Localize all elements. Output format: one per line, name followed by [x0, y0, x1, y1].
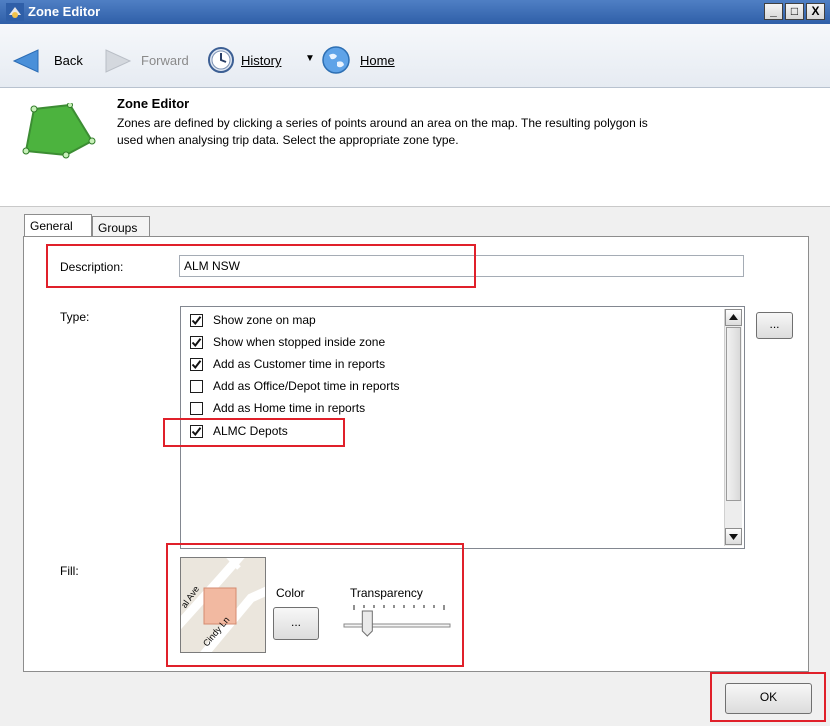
color-label: Color: [276, 586, 305, 600]
checkbox[interactable]: [190, 402, 203, 415]
tab-groups[interactable]: Groups: [92, 216, 150, 237]
fill-label: Fill:: [60, 564, 79, 578]
checkbox[interactable]: [190, 336, 203, 349]
maximize-button[interactable]: □: [785, 3, 804, 20]
window-title: Zone Editor: [28, 4, 101, 19]
slider-thumb[interactable]: [361, 610, 373, 637]
description-input[interactable]: ALM NSW: [179, 255, 744, 277]
app-satellite-icon: [6, 3, 24, 21]
type-option-label: ALMC Depots: [213, 424, 288, 438]
home-button[interactable]: Home: [360, 53, 395, 68]
home-globe-icon[interactable]: [321, 45, 351, 75]
history-dropdown-icon[interactable]: ▼: [305, 53, 315, 64]
back-arrow-icon[interactable]: [12, 49, 42, 73]
type-option-label: Show zone on map: [213, 313, 316, 327]
zone-polygon-icon: [22, 103, 96, 159]
history-button[interactable]: History: [241, 53, 281, 68]
tab-general[interactable]: General: [24, 214, 92, 238]
type-option-label: Add as Office/Depot time in reports: [213, 379, 400, 393]
forward-arrow-icon[interactable]: [104, 49, 132, 73]
type-option-label: Show when stopped inside zone: [213, 335, 386, 349]
header-title: Zone Editor: [117, 96, 190, 111]
transparency-slider[interactable]: [340, 603, 455, 643]
checkbox[interactable]: [190, 425, 203, 438]
description-label: Description:: [60, 260, 124, 274]
forward-button[interactable]: Forward: [141, 53, 189, 68]
type-more-button[interactable]: ...: [756, 312, 793, 339]
close-button[interactable]: X: [806, 3, 825, 20]
transparency-label: Transparency: [350, 586, 423, 600]
slider-ticks: [353, 605, 445, 610]
type-list-scrollbar[interactable]: [724, 309, 742, 546]
checkbox[interactable]: [190, 314, 203, 327]
scroll-down-button[interactable]: [725, 528, 742, 545]
map-preview-image: [181, 558, 265, 652]
fill-preview-map: al Ave Cindy Ln: [180, 557, 266, 653]
scroll-up-button[interactable]: [725, 309, 742, 326]
minimize-button[interactable]: _: [764, 3, 783, 20]
checkbox[interactable]: [190, 358, 203, 371]
type-label: Type:: [60, 310, 90, 324]
back-button[interactable]: Back: [54, 53, 83, 68]
ok-button[interactable]: OK: [725, 683, 812, 714]
checkbox[interactable]: [190, 380, 203, 393]
scroll-thumb[interactable]: [726, 327, 741, 501]
type-option-label: Add as Customer time in reports: [213, 357, 386, 371]
title-bar: Zone Editor _ □ X: [0, 0, 830, 24]
header-description: Zones are defined by clicking a series o…: [117, 116, 648, 147]
type-option-label: Add as Home time in reports: [213, 401, 366, 415]
color-button[interactable]: ...: [273, 607, 319, 640]
history-clock-icon[interactable]: [207, 46, 235, 74]
